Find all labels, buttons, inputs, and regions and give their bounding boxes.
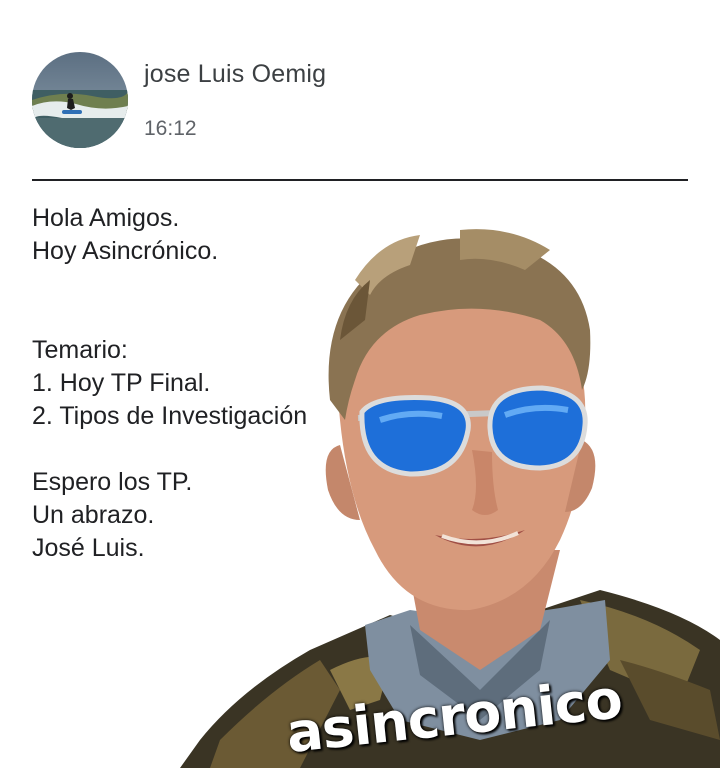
message-header: jose Luis Oemig 16:12 xyxy=(32,52,688,148)
sticker[interactable]: asincronico xyxy=(180,220,720,768)
sender-avatar[interactable] xyxy=(32,52,128,148)
sender-name: jose Luis Oemig xyxy=(144,60,327,88)
message-time: 16:12 xyxy=(144,117,197,140)
surfer-avatar-icon xyxy=(32,52,128,148)
header-divider xyxy=(32,179,688,181)
